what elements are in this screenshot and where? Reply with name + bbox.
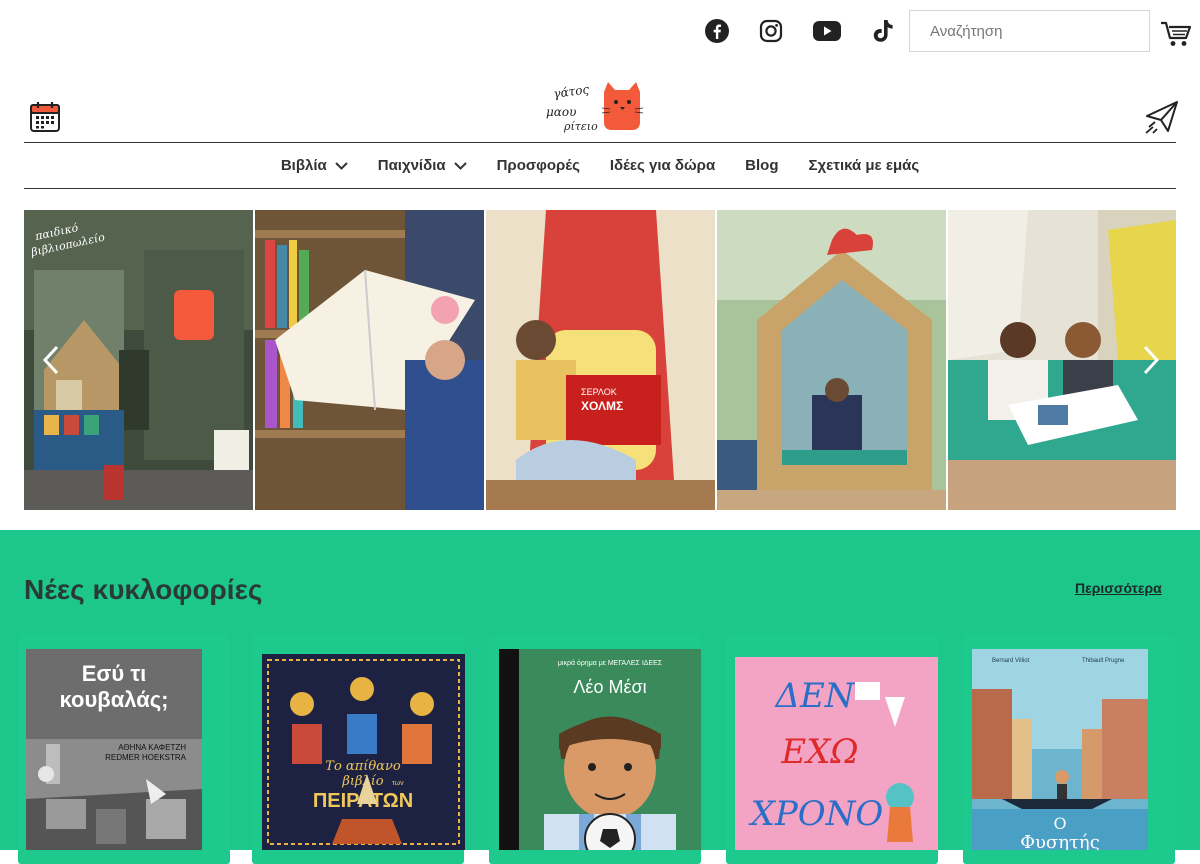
photo-book-title-1: ΣΕΡΛΟΚ <box>581 387 617 397</box>
search-input[interactable] <box>909 10 1150 52</box>
nav-item-toys[interactable]: Παιχνίδια <box>363 143 482 188</box>
book-3-series: μικρά όρημα με ΜΕΓΑΛΕΣ ΙΔΕΕΣ <box>558 659 663 667</box>
facebook-icon[interactable] <box>700 14 734 48</box>
chevron-left-icon <box>42 345 59 375</box>
photo-book-title-2: ΧΟΛΜΣ <box>581 399 623 413</box>
main-nav: Βιβλία Παιχνίδια Προσφορές Ιδέες για δώρ… <box>24 142 1176 189</box>
book-1-title-line2: κουβαλάς; <box>60 687 169 712</box>
chevron-down-icon <box>453 161 467 170</box>
youtube-icon[interactable] <box>810 14 844 48</box>
logo-text-line3: ρίτειο <box>563 120 598 133</box>
nav-item-books[interactable]: Βιβλία <box>266 143 363 188</box>
logo-cat <box>601 82 644 130</box>
slide-wooden-house-photo <box>717 210 946 510</box>
book-cover-4[interactable]: ΔΕΝ ΕΧΩ ΧΡΟΝΟ <box>735 657 938 850</box>
more-link[interactable]: Περισσότερα <box>1075 580 1162 596</box>
book-4-title-line2: ΕΧΩ <box>780 732 858 772</box>
paper-plane-icon[interactable] <box>1144 100 1180 134</box>
book-2-title-line1: Το απίθανο <box>325 759 401 774</box>
tiktok-icon[interactable] <box>866 14 900 48</box>
book-1-title-line1: Εσύ τι <box>82 661 147 686</box>
book-4-title-line3: ΧΡΟΝΟ <box>748 794 884 834</box>
chevron-right-icon <box>1143 345 1160 375</box>
book-4-title-line1: ΔΕΝ <box>773 676 855 716</box>
book-1-author-2: REDMER HOEKSTRA <box>105 753 187 762</box>
book-2-title-line3: των <box>392 780 404 787</box>
site-logo[interactable]: γάτος μαου ρίτειο <box>544 78 644 134</box>
nav-label: Blog <box>745 157 779 174</box>
book-5-author-1: Bernard Villiot <box>992 658 1030 664</box>
book-cover-3[interactable]: μικρά όρημα με ΜΕΓΑΛΕΣ ΙΔΕΕΣ Λέο Μέσι <box>499 649 701 850</box>
book-5-title-line2: Φυσητής <box>1020 832 1100 850</box>
nav-label: Προσφορές <box>496 157 580 174</box>
nav-item-gift-ideas[interactable]: Ιδέες για δώρα <box>595 143 730 188</box>
slider-prev-button[interactable] <box>36 340 66 380</box>
book-5-title-line1: Ο <box>1053 814 1066 833</box>
logo-text-line1: γάτος <box>552 82 590 101</box>
chevron-down-icon <box>335 161 348 170</box>
nav-label: Σχετικά με εμάς <box>808 157 920 174</box>
calendar-icon[interactable] <box>28 100 62 134</box>
top-bar <box>0 0 1200 62</box>
logo-text-line2: μαου <box>546 105 576 119</box>
slide-child-reading-photo: ΣΕΡΛΟΚ ΧΟΛΜΣ <box>486 210 715 510</box>
book-5-author-2: Thibault Prugne <box>1082 658 1125 664</box>
nav-item-blog[interactable]: Blog <box>730 143 793 188</box>
book-cover-1[interactable]: Εσύ τι κουβαλάς; ΑΘΗΝΑ ΚΑΦΕΤΖΗ REDMER HO… <box>26 649 202 850</box>
nav-item-about[interactable]: Σχετικά με εμάς <box>794 143 935 188</box>
book-1-author-1: ΑΘΗΝΑ ΚΑΦΕΤΖΗ <box>118 743 186 752</box>
instagram-icon[interactable] <box>754 14 788 48</box>
nav-item-offers[interactable]: Προσφορές <box>482 143 595 188</box>
nav-label: Βιβλία <box>280 157 327 174</box>
cart-icon[interactable] <box>1160 20 1192 48</box>
book-2-title-line2: βιβλίο <box>341 774 383 789</box>
nav-label: Ιδέες για δώρα <box>609 157 716 174</box>
book-3-title: Λέο Μέσι <box>573 677 646 697</box>
section-title: Νέες κυκλοφορίες <box>24 574 263 605</box>
nav-label: Παιχνίδια <box>377 157 446 174</box>
slide-reading-photo <box>255 210 484 510</box>
photo-slider[interactable]: παιδικό βιβλιοπωλείο ΣΕΡΛΟΚ ΧΟΛΜΣ <box>24 210 1176 510</box>
slider-next-button[interactable] <box>1136 340 1166 380</box>
book-cover-2[interactable]: Το απίθανο βιβλίο των ΠΕΙΡΑΤΩΝ <box>262 654 465 850</box>
book-cover-5[interactable]: Bernard Villiot Thibault Prugne Ο Φυσητή… <box>972 649 1148 850</box>
